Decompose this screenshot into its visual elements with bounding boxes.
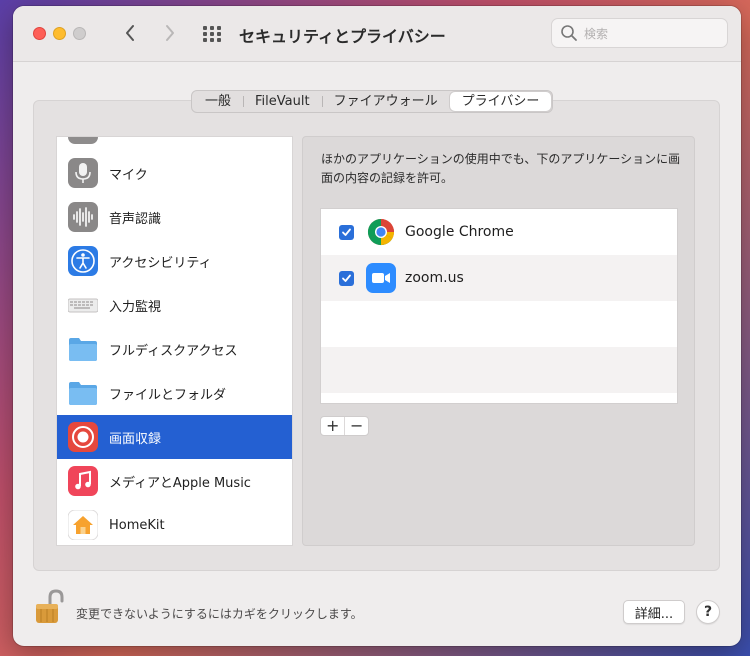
grid-icon [203,26,221,42]
app-permission-list[interactable]: Google Chrome zoom.us [320,208,678,404]
tab-general[interactable]: 一般 [193,92,243,111]
sidebar-item-accessibility[interactable]: アクセシビリティ [57,239,292,283]
sidebar-item-label: HomeKit [109,517,165,533]
add-app-button[interactable]: + [321,417,344,435]
unlocked-padlock-icon [36,589,64,623]
partial-category-icon [68,137,98,144]
sidebar-item-label: アクセシビリティ [109,255,212,271]
permission-description: ほかのアプリケーションの使用中でも、下のアプリケーションに画面の内容の記録を許可… [321,152,681,185]
tab-privacy[interactable]: プライバシー [449,92,552,111]
speech-recognition-icon [68,202,98,232]
chrome-icon [367,218,395,246]
sidebar-item-microphone[interactable]: マイク [57,151,292,195]
sidebar-item-homekit[interactable]: HomeKit [57,503,292,545]
folder-icon [69,382,97,405]
zoom-checkbox[interactable] [339,270,354,286]
help-button[interactable]: ? [696,600,720,624]
search-icon [561,25,577,41]
search-input[interactable] [584,24,719,43]
forward-button[interactable] [158,20,182,46]
zoom-window-button[interactable] [73,27,86,40]
google-chrome-checkbox[interactable] [339,224,354,240]
zoom-icon [366,263,396,293]
sidebar-item-partial[interactable] [57,137,292,151]
microphone-icon [68,158,98,188]
title-bar: セキュリティとプライバシー [13,6,741,62]
sidebar-item-label: ファイルとフォルダ [109,387,227,403]
sidebar-item-input-monitoring[interactable]: 入力監視 [57,283,292,327]
minimize-window-button[interactable] [53,27,66,40]
checkmark-icon [342,274,351,282]
sidebar-item-label: 画面収録 [109,431,162,447]
sidebar-item-full-disk-access[interactable]: フルディスクアクセス [57,327,292,371]
tab-firewall[interactable]: ファイアウォール [321,92,450,111]
accessibility-icon [68,246,98,276]
app-name: zoom.us [405,270,464,286]
app-name: Google Chrome [405,224,514,240]
homekit-icon [68,510,98,540]
preferences-window: セキュリティとプライバシー 一般 FileVault ファイアウォール プライバ… [13,6,741,646]
sidebar-item-speech-recognition[interactable]: 音声認識 [57,195,292,239]
sidebar-item-label: マイク [109,167,148,183]
show-all-grid-button[interactable] [201,23,223,45]
checkmark-icon [342,228,351,236]
sidebar-item-screen-recording[interactable]: 画面収録 [57,415,292,459]
sidebar-item-files-and-folders[interactable]: ファイルとフォルダ [57,371,292,415]
sidebar-item-label: 音声認識 [109,211,162,227]
sidebar-item-label: 入力監視 [109,299,162,315]
chevron-left-icon [126,25,134,41]
screen-recording-panel: ほかのアプリケーションの使用中でも、下のアプリケーションに画面の内容の記録を許可… [302,136,695,546]
window-title: セキュリティとプライバシー [239,27,446,46]
sidebar-item-media-apple-music[interactable]: メディアとApple Music [57,459,292,503]
sidebar-item-label: メディアとApple Music [109,475,251,491]
app-row-google-chrome[interactable]: Google Chrome [321,209,677,255]
details-button[interactable]: 詳細... [623,600,685,624]
app-row-zoom[interactable]: zoom.us [321,255,677,301]
sidebar-item-label: フルディスクアクセス [109,343,238,359]
tab-bar: 一般 FileVault ファイアウォール プライバシー [191,90,554,113]
folder-icon [69,338,97,361]
chevron-right-icon [166,25,174,41]
remove-app-button[interactable]: − [344,417,368,435]
music-icon [68,466,98,496]
search-box[interactable] [551,18,728,48]
back-button[interactable] [118,20,142,46]
lock-hint-text: 変更できないようにするにはカギをクリックします。 [76,607,363,621]
keyboard-icon [68,298,98,313]
privacy-category-list[interactable]: マイク 音声認識 アクセシビリティ 入力監視 フルディスクアクセス ファイルとフ… [56,136,293,546]
lock-button[interactable] [33,589,67,625]
screen-recording-icon [68,422,98,452]
add-remove-control: + − [320,416,369,436]
empty-row [321,301,677,347]
empty-row [321,347,677,393]
tab-filevault[interactable]: FileVault [243,92,322,111]
close-window-button[interactable] [33,27,46,40]
